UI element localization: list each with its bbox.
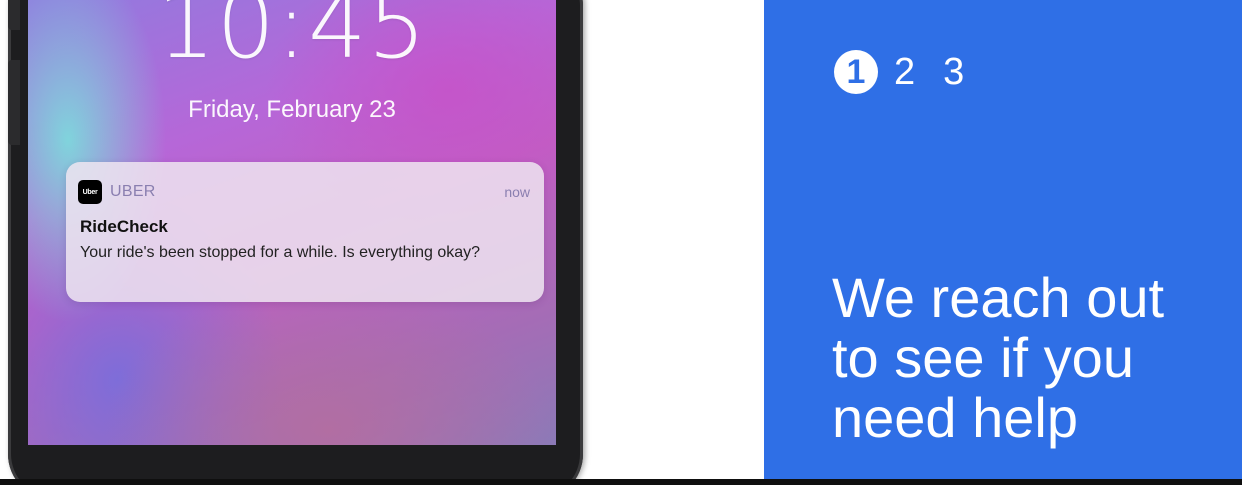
step-1-active: 1 bbox=[834, 50, 878, 94]
headline-line-2: to see if you bbox=[832, 326, 1134, 389]
notification-title: RideCheck bbox=[80, 217, 168, 236]
notification-body: Your ride's been stopped for a while. Is… bbox=[80, 244, 481, 261]
volume-button-up bbox=[8, 0, 20, 30]
step-1-label: 1 bbox=[846, 52, 866, 91]
headline-line-1: We reach out bbox=[832, 266, 1165, 329]
step-2: 2 bbox=[894, 51, 916, 93]
phone-device: 10:45 Friday, February 23 Uber UBER now … bbox=[8, 0, 583, 485]
letterbox-bar bbox=[0, 479, 1242, 485]
notification-app-name: UBER bbox=[110, 183, 156, 200]
lock-screen: 10:45 Friday, February 23 Uber UBER now … bbox=[28, 0, 556, 445]
ridecheck-notification[interactable]: Uber UBER now RideCheck Your ride's been… bbox=[66, 162, 544, 302]
step-3: 3 bbox=[943, 51, 965, 93]
lock-screen-date: Friday, February 23 bbox=[188, 96, 396, 123]
info-panel: 1 2 3 We reach out to see if you need he… bbox=[764, 0, 1242, 485]
panel-headline: We reach out to see if you need help bbox=[832, 268, 1232, 448]
lock-screen-clock: 10:45 bbox=[156, 0, 428, 79]
video-frame: 10:45 Friday, February 23 Uber UBER now … bbox=[0, 0, 1242, 485]
app-icon-text: Uber bbox=[82, 188, 98, 196]
step-indicator: 1 2 3 bbox=[834, 50, 992, 94]
notification-timestamp: now bbox=[504, 184, 530, 200]
volume-button-down bbox=[8, 60, 20, 145]
uber-app-icon: Uber bbox=[78, 180, 102, 204]
notification-header: Uber UBER now bbox=[78, 180, 530, 204]
headline-line-3: need help bbox=[832, 386, 1079, 449]
